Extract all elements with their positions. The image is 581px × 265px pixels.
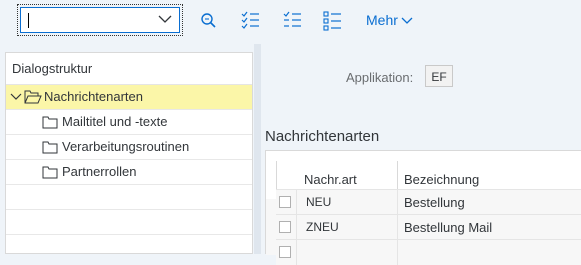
row-checkbox[interactable] xyxy=(279,196,291,208)
tree-item-verarbeitungsroutinen[interactable]: Verarbeitungsroutinen xyxy=(6,135,252,160)
chevron-down-icon xyxy=(401,17,413,24)
section-title: Nachrichtenarten xyxy=(265,128,380,145)
folder-icon xyxy=(42,116,58,129)
tree-empty-row xyxy=(6,235,252,259)
tree-item-label: Verarbeitungsroutinen xyxy=(62,139,190,154)
tree-empty-row xyxy=(6,210,252,235)
cell-divider xyxy=(296,240,297,265)
cell-nachrart: NEU xyxy=(306,195,332,209)
cell-divider xyxy=(296,215,297,240)
cell-divider xyxy=(397,215,398,240)
variant-select[interactable] xyxy=(17,4,183,36)
dialog-structure-header: Dialogstruktur xyxy=(6,53,252,85)
message-types-table: Nachr.art Bezeichnung NEU Bestellung ZNE… xyxy=(265,150,581,265)
tree-item-nachrichtenarten[interactable]: Nachrichtenarten xyxy=(6,85,252,110)
tree-item-label: Mailtitel und -texte xyxy=(62,114,168,129)
application-label: Applikation: xyxy=(346,70,414,85)
dialog-structure-panel: Dialogstruktur Nachrichtenarten Mailtite… xyxy=(5,52,253,254)
table-row[interactable] xyxy=(276,239,581,265)
list-details-icon[interactable] xyxy=(322,11,344,31)
toolbar: Mehr xyxy=(0,0,581,44)
text-cursor xyxy=(28,13,29,28)
table-row[interactable]: NEU Bestellung xyxy=(276,189,581,215)
search-icon[interactable] xyxy=(198,11,220,31)
application-field: EF xyxy=(425,65,453,87)
tree-item-label: Partnerrollen xyxy=(62,164,137,179)
cell-divider xyxy=(397,240,398,265)
cell-bezeichnung: Bestellung Mail xyxy=(404,220,493,235)
tree-item-partnerrollen[interactable]: Partnerrollen xyxy=(6,160,252,185)
cell-divider xyxy=(296,190,297,215)
more-button[interactable]: Mehr xyxy=(366,12,413,28)
chevron-down-icon[interactable] xyxy=(157,11,173,27)
cell-nachrart: ZNEU xyxy=(306,220,339,234)
row-selector-column xyxy=(266,199,276,255)
table-row[interactable]: ZNEU Bestellung Mail xyxy=(276,214,581,240)
tree-item-label: Nachrichtenarten xyxy=(44,89,143,104)
open-folder-icon xyxy=(24,90,42,104)
more-label: Mehr xyxy=(366,12,398,28)
row-checkbox[interactable] xyxy=(279,221,291,233)
tree-empty-row xyxy=(6,185,252,210)
folder-icon xyxy=(42,141,58,154)
tree-item-mailtitel[interactable]: Mailtitel und -texte xyxy=(6,110,252,135)
cell-divider xyxy=(397,190,398,215)
folder-icon xyxy=(42,166,58,179)
cell-bezeichnung: Bestellung xyxy=(404,195,465,210)
panel-splitter[interactable] xyxy=(254,44,261,254)
chevron-down-icon[interactable] xyxy=(10,92,22,102)
row-checkbox[interactable] xyxy=(279,246,291,258)
deselect-all-icon[interactable] xyxy=(282,11,304,31)
select-all-icon[interactable] xyxy=(240,11,262,31)
